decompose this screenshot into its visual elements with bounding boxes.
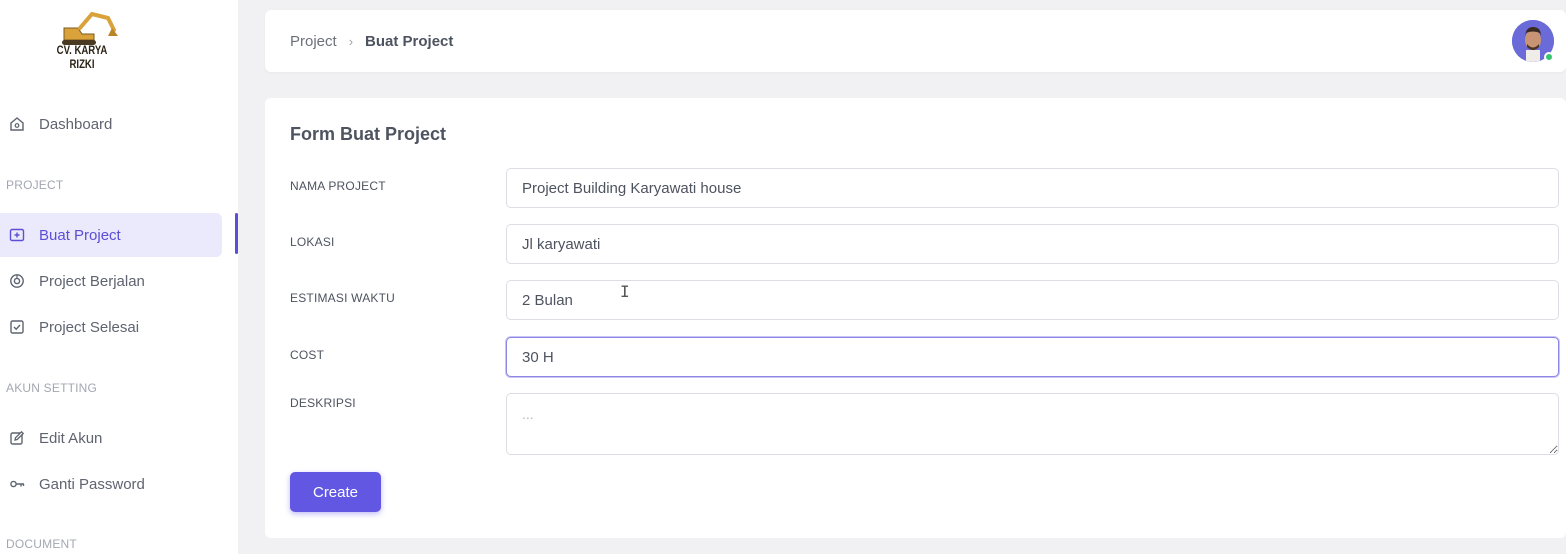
deskripsi-label: DESKRIPSI [290, 396, 356, 410]
text-cursor-icon: I [620, 282, 630, 301]
create-button[interactable]: Create [290, 472, 381, 512]
sidebar-item-label: Edit Akun [39, 429, 103, 447]
sidebar-item-label: Project Berjalan [39, 272, 145, 290]
breadcrumb-separator: › [348, 34, 354, 49]
nav-section-project: PROJECT [6, 178, 64, 192]
nav-section-document: DOCUMENT [6, 537, 77, 551]
sidebar-item-label: Ganti Password [39, 475, 145, 493]
add-box-icon [8, 226, 26, 244]
deskripsi-textarea[interactable] [506, 393, 1559, 455]
form-card: Form Buat Project NAMA PROJECT LOKASI ES… [265, 98, 1566, 538]
cost-label: COST [290, 348, 325, 362]
progress-circle-icon [8, 272, 26, 290]
sidebar-item-edit-akun[interactable]: Edit Akun [0, 416, 222, 460]
sidebar-item-label: Buat Project [39, 226, 121, 244]
breadcrumb-current: Buat Project [365, 33, 454, 50]
active-indicator [235, 213, 238, 254]
lokasi-label: LOKASI [290, 235, 335, 249]
breadcrumb: Project › Buat Project [290, 33, 453, 50]
brand-name: CV. KARYA RIZKI [56, 43, 108, 71]
sidebar-item-ganti-password[interactable]: Ganti Password [0, 462, 222, 506]
cost-input[interactable] [506, 337, 1559, 377]
sidebar-item-project-selesai[interactable]: Project Selesai [0, 305, 222, 349]
edit-icon [8, 429, 26, 447]
sidebar-item-project-berjalan[interactable]: Project Berjalan [0, 259, 222, 303]
brand-logo[interactable]: CV. KARYA RIZKI [34, 6, 130, 71]
nav-section-akun-setting: AKUN SETTING [6, 381, 98, 395]
estimasi-waktu-input[interactable] [506, 280, 1559, 320]
key-icon [8, 475, 26, 493]
sidebar-item-buat-project[interactable]: Buat Project [0, 213, 222, 257]
breadcrumb-project-link[interactable]: Project [290, 33, 337, 50]
nama-project-label: NAMA PROJECT [290, 179, 386, 193]
top-bar: Project › Buat Project [265, 10, 1566, 72]
sidebar: CV. KARYA RIZKI Dashboard PROJECT Buat P… [0, 0, 238, 554]
lokasi-input[interactable] [506, 224, 1559, 264]
checkbox-icon [8, 318, 26, 336]
home-icon [8, 115, 26, 133]
sidebar-item-label: Project Selesai [39, 318, 140, 336]
online-status-indicator [1544, 52, 1554, 62]
sidebar-item-dashboard[interactable]: Dashboard [0, 102, 222, 146]
sidebar-item-label: Dashboard [39, 115, 113, 133]
form-title: Form Buat Project [290, 124, 447, 144]
estimasi-waktu-label: ESTIMASI WAKTU [290, 291, 396, 305]
nama-project-input[interactable] [506, 168, 1559, 208]
